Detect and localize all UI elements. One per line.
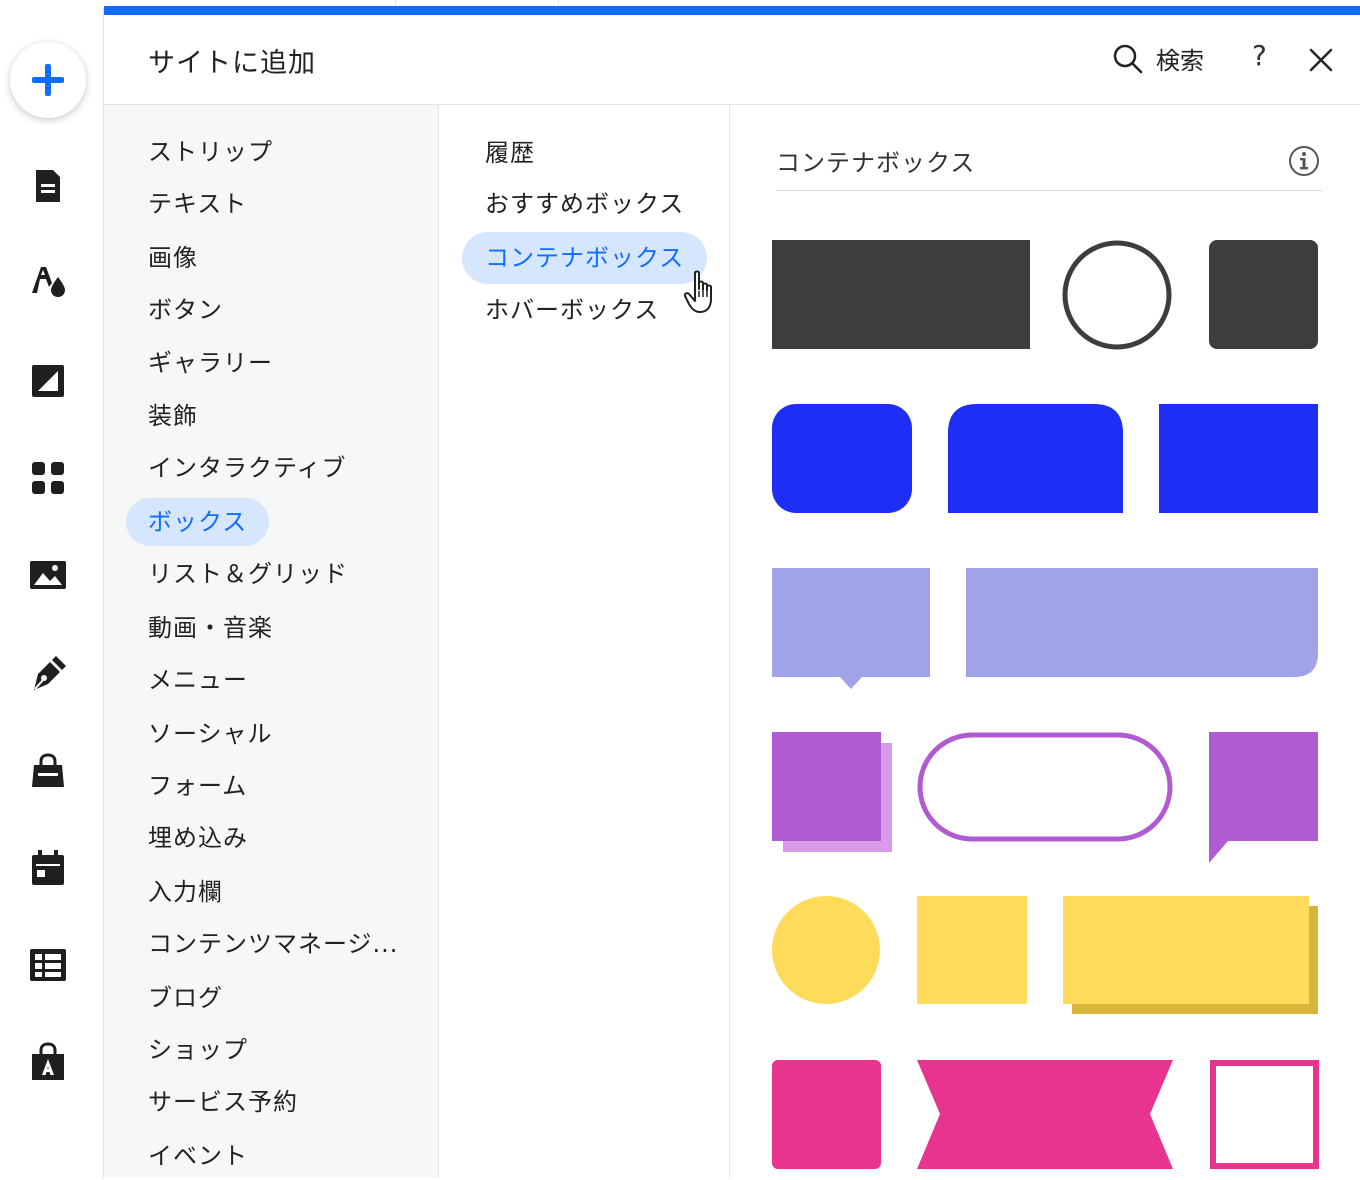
category-item[interactable]: サービス予約 [126, 1078, 320, 1126]
yellow-square-box[interactable] [917, 896, 1027, 1004]
pages-icon[interactable] [28, 166, 68, 206]
category-list: ストリップ テキスト画像 ボタンギャラリー装飾 インタラクティブ ボックス リスト＆グリッ… [104, 105, 439, 1178]
search-label: 検索 [1156, 47, 1204, 75]
panel-title: サイトに追加 [148, 48, 316, 79]
category-item[interactable]: インタラクティブ [126, 444, 369, 492]
category-item[interactable]: メニュー [126, 656, 270, 704]
yellow-shadow-box[interactable] [1063, 896, 1309, 1004]
category-item[interactable]: ギャラリー [126, 339, 295, 387]
blue-rounded-box[interactable] [772, 404, 912, 513]
blue-top-rounded-box[interactable] [948, 404, 1123, 513]
shape-gallery: コンテナボックス [730, 105, 1360, 1178]
pink-rounded-square-box[interactable] [772, 1060, 881, 1169]
shapes-canvas [772, 240, 1319, 1169]
subcategory-item[interactable]: ホバーボックス [462, 284, 682, 336]
category-item[interactable]: 入力欄 [126, 868, 245, 916]
lavender-speech-box[interactable] [772, 568, 930, 689]
dark-rectangle-box[interactable] [772, 240, 1030, 349]
purple-speech-box[interactable] [1209, 732, 1318, 863]
category-item[interactable]: 画像 [126, 234, 220, 282]
yellow-circle-box[interactable] [772, 896, 880, 1004]
close-icon[interactable] [1306, 45, 1336, 75]
category-item[interactable]: ストリップ [126, 128, 295, 176]
left-toolbar [0, 8, 104, 1178]
apps-icon[interactable] [28, 458, 68, 498]
pen-icon[interactable] [28, 654, 68, 694]
help-button[interactable]: ? [1252, 39, 1267, 72]
dark-rounded-square-box[interactable] [1209, 240, 1318, 349]
purple-shadow-box[interactable] [772, 732, 881, 841]
store-icon[interactable] [28, 751, 68, 791]
category-item[interactable]: ボタン [126, 286, 245, 334]
subcategory-item[interactable]: 履歴 [462, 127, 558, 179]
pink-square-outline-box[interactable] [1210, 1060, 1319, 1169]
subcategory-item[interactable]: コンテナボックス [462, 232, 708, 284]
media-icon[interactable] [28, 555, 68, 595]
table-icon[interactable] [28, 945, 68, 985]
pink-ribbon-box[interactable] [917, 1060, 1173, 1169]
search-button[interactable]: 検索 [1112, 41, 1204, 76]
panel-header: サイトに追加 検索 ? [104, 15, 1360, 105]
category-item[interactable]: リスト＆グリッド [126, 550, 370, 598]
blue-rectangle-box[interactable] [1159, 404, 1318, 513]
subcategory-item[interactable]: おすすめボックス [462, 178, 707, 230]
category-item[interactable]: イベント [126, 1132, 270, 1180]
add-icon [32, 64, 64, 96]
category-item[interactable]: ソーシャル [126, 710, 295, 758]
app-market-icon[interactable] [28, 1042, 68, 1082]
theme-icon[interactable] [28, 261, 68, 301]
category-item[interactable]: ショップ [126, 1026, 270, 1074]
category-item[interactable]: 装飾 [126, 392, 220, 440]
accent-bar [104, 6, 1360, 15]
lavender-corner-rounded-box[interactable] [966, 568, 1318, 677]
purple-pill-outline-box[interactable] [917, 732, 1173, 842]
calendar-icon[interactable] [28, 848, 68, 888]
category-item[interactable]: ボックス [126, 498, 270, 546]
subcategory-list: ホバーボックス コンテナボックス おすすめボックス 履歴 [439, 105, 730, 1178]
category-item[interactable]: テキスト [126, 180, 269, 228]
search-icon [1113, 44, 1143, 73]
hand-cursor-icon [683, 270, 712, 313]
category-item[interactable]: 動画・音楽 [126, 604, 295, 652]
dark-circle-outline-box[interactable] [1062, 240, 1172, 350]
background-icon[interactable] [28, 361, 68, 401]
category-item[interactable]: フォーム [126, 762, 269, 810]
category-item[interactable]: ブログ [126, 974, 245, 1022]
add-elements-button[interactable] [10, 42, 86, 118]
category-item[interactable]: 埋め込み [126, 814, 270, 862]
category-item[interactable]: コンテンツマネージ... [126, 920, 420, 968]
